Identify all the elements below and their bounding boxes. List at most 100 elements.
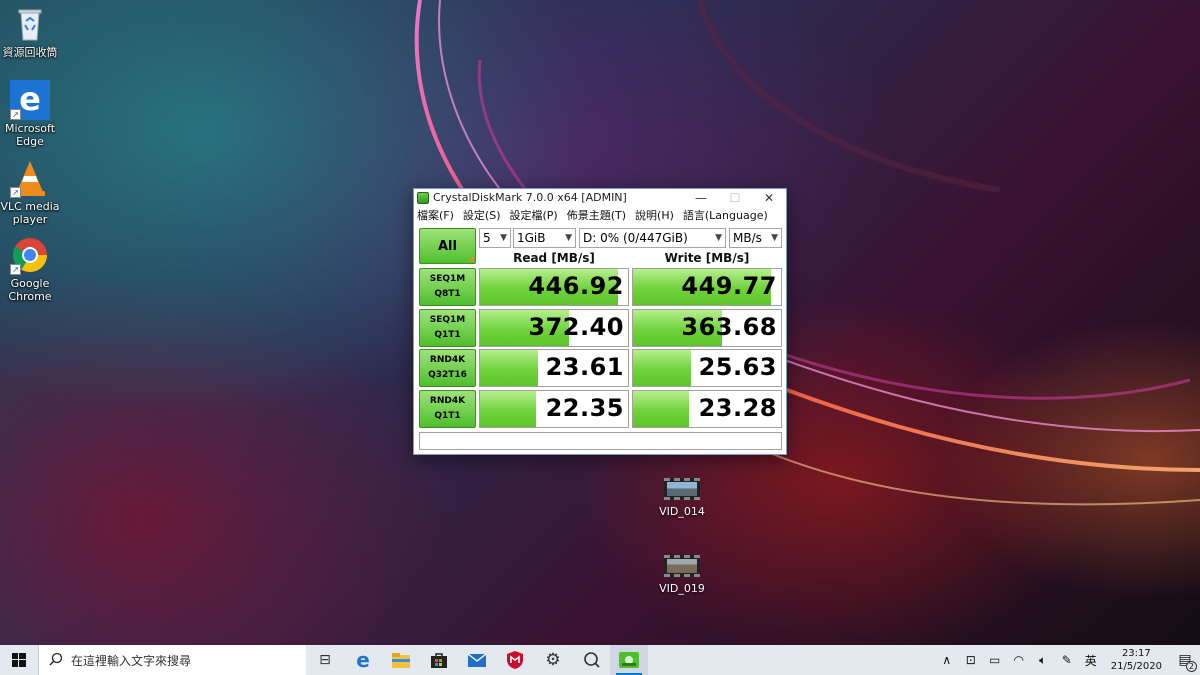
drive-select[interactable]: D: 0% (0/447GiB) ▼	[579, 228, 726, 248]
chevron-up-icon[interactable]: ∧	[935, 653, 959, 667]
window-title: CrystalDiskMark 7.0.0 x64 [ADMIN]	[433, 191, 627, 204]
volume-icon[interactable]: 🔈︎	[1031, 653, 1055, 668]
menu-profile[interactable]: 設定檔(P)	[510, 207, 558, 223]
close-button[interactable]: ✕	[752, 191, 786, 205]
write-value: 449.77	[681, 272, 777, 300]
taskbar-file-explorer-button[interactable]	[382, 645, 420, 675]
desktop-icon-edge[interactable]: e ↗ Microsoft Edge	[0, 80, 60, 148]
edge-icon: e ↗	[10, 80, 50, 120]
menu-language[interactable]: 語言(Language)	[683, 207, 768, 223]
test-params: Q1T1	[434, 330, 461, 340]
taskbar-crystaldiskmark-button[interactable]	[610, 645, 648, 675]
read-value: 22.35	[545, 394, 624, 422]
clock[interactable]: 23:17 21/5/2020	[1103, 647, 1170, 673]
chrome-icon: ↗	[10, 235, 50, 275]
test-button-rnd4k-q1t1[interactable]: RND4K Q1T1	[419, 390, 476, 428]
vlc-icon: ↗	[10, 158, 50, 198]
desktop-icon-label: VLC media player	[0, 200, 60, 226]
read-column-header: Read [MB/s]	[513, 251, 595, 265]
menu-theme[interactable]: 佈景主題(T)	[567, 207, 626, 223]
desktop-file-vid-019[interactable]: VID_019	[652, 555, 712, 595]
onedrive-status-icon[interactable]: ⊡	[959, 653, 983, 667]
write-result-seq1m-q1t1: 363.68	[632, 309, 782, 347]
notification-count: 2	[1185, 661, 1197, 672]
video-file-icon	[664, 478, 700, 500]
chevron-down-icon: ▼	[500, 233, 507, 243]
comment-field[interactable]	[419, 432, 782, 450]
unit-value: MB/s	[733, 231, 762, 245]
system-tray: ∧ ⊡ ▭ ◠ 🔈︎ ✎ 英 23:17 21/5/2020 ▤ 2	[935, 645, 1200, 675]
task-view-button[interactable]: ⊟	[306, 645, 344, 675]
read-result-rnd4k-q1t1: 22.35	[479, 390, 629, 428]
title-bar[interactable]: CrystalDiskMark 7.0.0 x64 [ADMIN] — ☐ ✕	[414, 189, 786, 206]
battery-icon[interactable]: ▭	[983, 653, 1007, 667]
minimize-button[interactable]: —	[684, 191, 718, 205]
wifi-icon[interactable]: ◠	[1007, 653, 1031, 667]
desktop-icon-label: 資源回收筒	[2, 46, 58, 59]
test-count-value: 5	[483, 231, 491, 245]
windows-logo-icon	[12, 653, 26, 667]
desktop-icon-label: Google Chrome	[8, 277, 52, 303]
taskbar-mail-button[interactable]	[458, 645, 496, 675]
store-icon	[431, 653, 447, 668]
write-column-header: Write [MB/s]	[664, 251, 750, 265]
read-progress-bar	[480, 350, 538, 386]
write-progress-bar	[633, 350, 691, 386]
settings-icon: ⚙	[545, 650, 561, 670]
taskbar-edge-button[interactable]: e	[344, 645, 382, 675]
action-center-button[interactable]: ▤ 2	[1170, 652, 1200, 672]
task-view-icon: ⊟	[319, 652, 331, 668]
taskbar-search-box[interactable]: 在這裡輸入文字來搜尋	[38, 645, 306, 675]
chevron-down-icon: ▼	[771, 233, 778, 243]
desktop-icon-vlc[interactable]: ↗ VLC media player	[0, 158, 60, 226]
shortcut-arrow-icon: ↗	[10, 109, 21, 120]
menu-file[interactable]: 檔案(F)	[417, 207, 454, 223]
test-button-seq1m-q1t1[interactable]: SEQ1M Q1T1	[419, 309, 476, 347]
taskbar-settings-button[interactable]: ⚙	[534, 645, 572, 675]
clock-time: 23:17	[1121, 648, 1151, 659]
desktop-icon-chrome[interactable]: ↗ Google Chrome	[0, 235, 60, 303]
pen-icon[interactable]: ✎	[1055, 653, 1079, 667]
mail-icon	[468, 653, 486, 667]
test-button-seq1m-q8t1[interactable]: SEQ1M Q8T1	[419, 268, 476, 306]
taskbar-mcafee-button[interactable]	[496, 645, 534, 675]
recycle-bin-icon	[10, 4, 50, 44]
test-name: SEQ1M	[429, 315, 466, 325]
read-result-seq1m-q8t1: 446.92	[479, 268, 629, 306]
file-label: VID_019	[659, 582, 705, 595]
menu-help[interactable]: 說明(H)	[635, 207, 674, 223]
menu-settings[interactable]: 設定(S)	[463, 207, 501, 223]
taskbar-feedback-button[interactable]	[572, 645, 610, 675]
read-value: 23.61	[545, 353, 624, 381]
maximize-button[interactable]: ☐	[718, 191, 752, 205]
read-progress-bar	[480, 391, 537, 427]
taskbar-store-button[interactable]	[420, 645, 458, 675]
file-explorer-icon	[392, 652, 410, 668]
clock-date: 21/5/2020	[1110, 661, 1162, 672]
test-count-select[interactable]: 5 ▼	[479, 228, 511, 248]
unit-select[interactable]: MB/s ▼	[729, 228, 782, 248]
desktop-icon-recycle-bin[interactable]: 資源回收筒	[0, 4, 60, 59]
write-progress-bar	[633, 391, 690, 427]
test-size-select[interactable]: 1GiB ▼	[513, 228, 576, 248]
ime-indicator[interactable]: 英	[1079, 652, 1103, 669]
test-button-rnd4k-q32t16[interactable]: RND4K Q32T16	[419, 349, 476, 387]
shortcut-arrow-icon: ↗	[10, 187, 21, 198]
start-button[interactable]	[0, 645, 38, 675]
read-value: 446.92	[528, 272, 624, 300]
search-placeholder: 在這裡輸入文字來搜尋	[71, 653, 192, 668]
read-result-rnd4k-q32t16: 23.61	[479, 349, 629, 387]
mcafee-icon	[507, 651, 523, 669]
read-value: 372.40	[528, 313, 624, 341]
test-params: Q8T1	[434, 289, 461, 299]
all-button[interactable]: All	[419, 228, 476, 264]
edge-icon: e	[356, 648, 370, 672]
test-name: SEQ1M	[429, 274, 466, 284]
menu-bar: 檔案(F) 設定(S) 設定檔(P) 佈景主題(T) 說明(H) 語言(Lang…	[414, 206, 786, 223]
desktop-file-vid-014[interactable]: VID_014	[652, 478, 712, 518]
crystaldiskmark-icon	[619, 652, 639, 668]
chevron-down-icon: ▼	[565, 233, 572, 243]
file-label: VID_014	[659, 505, 705, 518]
write-value: 25.63	[698, 353, 777, 381]
test-name: RND4K	[429, 396, 466, 406]
